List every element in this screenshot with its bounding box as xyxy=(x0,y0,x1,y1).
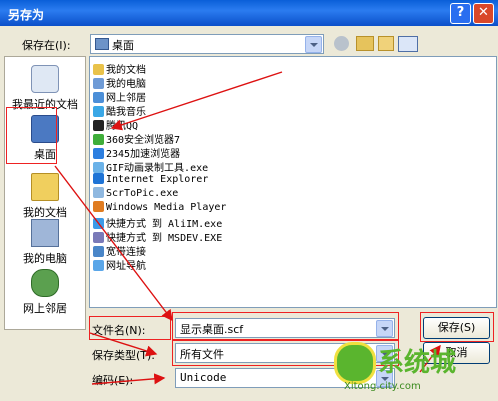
folder-icon xyxy=(31,173,59,201)
list-item[interactable]: 腾讯QQ xyxy=(93,117,138,132)
highlight-box xyxy=(172,312,399,341)
list-item[interactable]: GIF动画录制工具.exe xyxy=(93,159,208,174)
list-item[interactable]: 360安全浏览器7 xyxy=(93,131,180,146)
file-list[interactable]: 我的文档 我的电脑 网上邻居 酷我音乐 腾讯QQ 360安全浏览器7 2345加… xyxy=(89,56,497,308)
list-item[interactable]: 快捷方式 到 AliIM.exe xyxy=(93,215,222,230)
list-item[interactable]: 我的电脑 xyxy=(93,75,146,90)
up-folder-button[interactable] xyxy=(356,36,374,51)
highlight-box xyxy=(6,107,57,164)
music-app-icon xyxy=(93,106,104,117)
encoding-label: 编码(E): xyxy=(92,374,134,387)
watermark-logo-icon xyxy=(334,342,376,384)
place-label: 我的电脑 xyxy=(23,252,67,265)
browser-icon xyxy=(93,134,104,145)
place-label: 我的文档 xyxy=(23,206,67,219)
folder-icon xyxy=(93,64,104,75)
qq-icon xyxy=(93,120,104,131)
place-network[interactable]: 网上邻居 xyxy=(5,269,85,316)
browser-icon xyxy=(93,148,104,159)
list-item[interactable]: 网上邻居 xyxy=(93,89,146,104)
place-label: 网上邻居 xyxy=(23,302,67,315)
save-in-label: 保存在(I): xyxy=(22,39,71,52)
watermark-url: Xitong.city.com xyxy=(344,381,421,392)
save-in-value: 桌面 xyxy=(112,39,134,52)
list-item[interactable]: 网址导航 xyxy=(93,257,146,272)
chevron-down-icon[interactable] xyxy=(305,36,322,53)
highlight-box xyxy=(89,316,171,340)
place-recent[interactable]: 我最近的文档 xyxy=(5,65,85,112)
list-item[interactable]: Windows Media Player xyxy=(93,201,226,214)
list-item[interactable]: 2345加速浏览器 xyxy=(93,145,180,160)
desktop-icon xyxy=(95,38,109,50)
help-button[interactable]: ? xyxy=(450,3,471,24)
list-item[interactable]: 我的文档 xyxy=(93,61,146,76)
screenshot-app-icon xyxy=(93,187,104,198)
watermark: 系统城 Xitong.city.com xyxy=(330,338,495,398)
network-icon xyxy=(93,92,104,103)
gif-tool-icon xyxy=(93,162,104,173)
encoding-value: Unicode xyxy=(180,371,227,384)
computer-icon xyxy=(93,78,104,89)
list-item[interactable]: 酷我音乐 xyxy=(93,103,146,118)
broadband-connection-icon xyxy=(93,246,104,257)
back-button[interactable] xyxy=(334,36,349,51)
shortcut-icon xyxy=(93,232,104,243)
network-icon xyxy=(31,269,59,297)
filetype-label: 保存类型(T): xyxy=(92,349,156,362)
shortcut-icon xyxy=(93,218,104,229)
places-bar: 我最近的文档 桌面 我的文档 我的电脑 网上邻居 xyxy=(4,56,86,330)
recent-documents-icon xyxy=(31,65,59,93)
watermark-text: 系统城 xyxy=(378,348,457,378)
place-my-documents[interactable]: 我的文档 xyxy=(5,173,85,220)
new-folder-button[interactable] xyxy=(378,36,394,51)
web-navigation-icon xyxy=(93,260,104,271)
list-item[interactable]: 宽带连接 xyxy=(93,243,146,258)
place-my-computer[interactable]: 我的电脑 xyxy=(5,219,85,266)
list-item[interactable]: ScrToPic.exe xyxy=(93,187,178,200)
window-title: 另存为 xyxy=(8,8,45,22)
list-item[interactable]: Internet Explorer xyxy=(93,173,208,186)
media-player-icon xyxy=(93,201,104,212)
list-item[interactable]: 快捷方式 到 MSDEV.EXE xyxy=(93,229,222,244)
title-bar: 另存为 ? ✕ xyxy=(0,0,498,26)
view-menu-button[interactable] xyxy=(398,36,418,52)
computer-icon xyxy=(31,219,59,247)
save-in-select[interactable]: 桌面 xyxy=(90,34,324,54)
close-button[interactable]: ✕ xyxy=(473,3,494,24)
internet-explorer-icon xyxy=(93,173,104,184)
